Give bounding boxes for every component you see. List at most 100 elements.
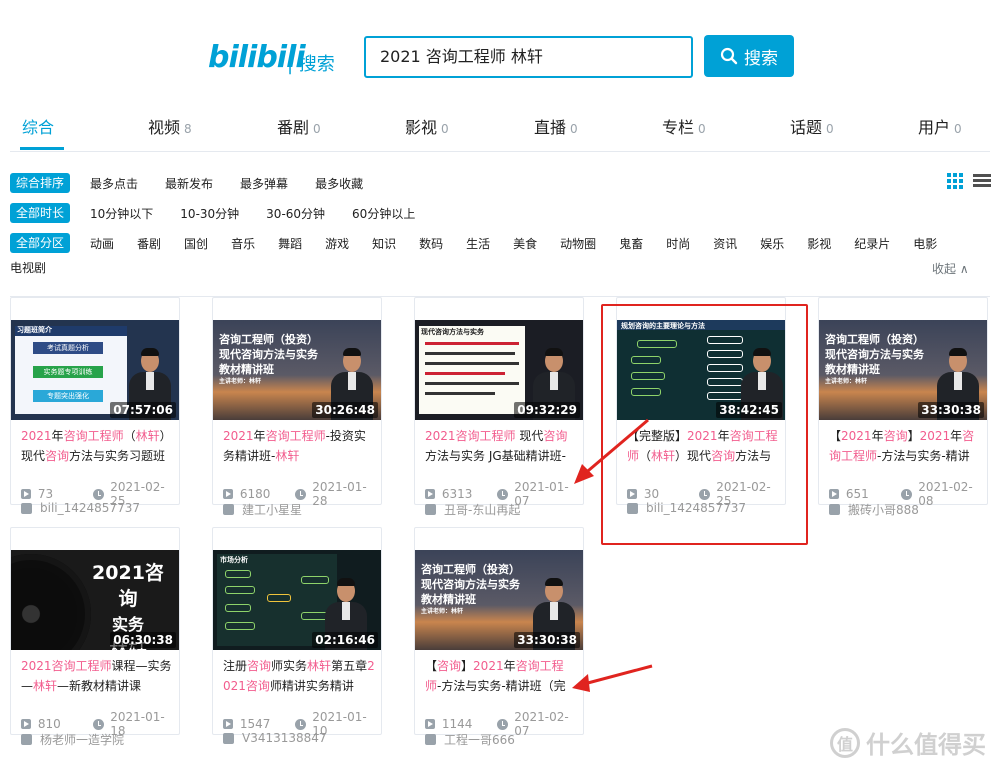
watermark: 值 什么值得买 [830, 725, 986, 760]
zone-option[interactable]: 娱乐 [760, 235, 784, 252]
tab-user[interactable]: 用户 0 [918, 114, 962, 138]
video-thumbnail[interactable]: 咨询工程师（投资） 现代咨询方法与实务 教材精讲班 主讲老师：林轩 33:30:38 [415, 550, 583, 650]
duration-option[interactable]: 10-30分钟 [180, 205, 239, 222]
video-title[interactable]: 2021年咨询工程师-投资实务精讲班-林轩 [223, 426, 375, 468]
tab-live[interactable]: 直播 0 [534, 114, 578, 138]
duration-filter-row: 全部时长 10分钟以下 10-30分钟 30-60分钟 60分钟以上 [10, 202, 442, 224]
zone-option[interactable]: 动画 [90, 235, 114, 252]
uploader[interactable]: bili_1424857737 [21, 501, 140, 515]
zone-chip[interactable]: 全部分区 [10, 233, 71, 253]
video-card[interactable]: 2021咨询 实务 林轩 06:30:38 2021咨询工程师课程—实务—林轩—… [10, 527, 180, 747]
sort-option[interactable]: 最多点击 [90, 175, 138, 192]
video-thumbnail[interactable]: 咨询工程师（投资） 现代咨询方法与实务 教材精讲班 主讲老师：林轩 33:30:38 [819, 320, 987, 420]
collapse-filters-button[interactable]: 收起 ∧ [932, 260, 969, 277]
zone-option[interactable]: 电影 [913, 235, 937, 252]
zone-option[interactable]: 鬼畜 [619, 235, 643, 252]
video-thumbnail[interactable]: 规划咨询的主要理论与方法 38:42:45 [617, 320, 785, 420]
zone-option[interactable]: 游戏 [325, 235, 349, 252]
video-card[interactable]: 咨询工程师（投资） 现代咨询方法与实务 教材精讲班 主讲老师：林轩 30:26:48 … [212, 297, 382, 517]
play-count: 810 [37, 717, 61, 731]
play-count: 30 [643, 487, 660, 501]
zone-option[interactable]: 动物圈 [560, 235, 596, 252]
zone-option[interactable]: 国创 [184, 235, 208, 252]
video-thumbnail[interactable]: 2021咨询 实务 林轩 06:30:38 [11, 550, 179, 650]
uploader[interactable]: bili_1424857737 [627, 501, 746, 515]
video-thumbnail[interactable]: 现代咨询方法与实务 09:32:29 [415, 320, 583, 420]
video-title[interactable]: 【2021年咨询】2021年咨询工程师-方法与实务-精讲 [829, 426, 981, 468]
tab-label: 话题 [790, 118, 823, 137]
video-thumbnail[interactable]: 市场分析 02:16:46 [213, 550, 381, 650]
upload-date: 2021-02-08 [918, 480, 973, 508]
video-card[interactable]: 咨询工程师（投资） 现代咨询方法与实务 教材精讲班 主讲老师：林轩 33:30:38 … [818, 297, 988, 517]
video-card[interactable]: 咨询工程师（投资） 现代咨询方法与实务 教材精讲班 主讲老师：林轩 33:30:38 … [414, 527, 584, 747]
sort-option[interactable]: 最多弹幕 [240, 175, 288, 192]
thumbnail-text: 咨询工程师（投资） 现代咨询方法与实务 教材精讲班 主讲老师：林轩 [219, 333, 318, 385]
duration-option[interactable]: 60分钟以上 [352, 205, 415, 222]
video-title[interactable]: 【完整版】2021年咨询工程师（林轩）现代咨询方法与 [627, 426, 779, 468]
tab-label: 番剧 [277, 118, 310, 137]
uploader[interactable]: 杨老师一造学院 [21, 731, 124, 748]
video-title[interactable]: 注册咨询师实务林轩第五章2021咨询师精讲实务精讲 [223, 656, 375, 698]
zone-option[interactable]: 时尚 [666, 235, 690, 252]
sort-option[interactable]: 最新发布 [165, 175, 213, 192]
uploader[interactable]: 建工小星星 [223, 501, 302, 518]
grid-view-icon[interactable] [946, 172, 964, 190]
tab-all[interactable]: 综合 [22, 114, 54, 138]
zone-option[interactable]: 数码 [419, 235, 443, 252]
video-title[interactable]: 2021年咨询工程师（林轩）现代咨询方法与实务习题班 [21, 426, 173, 468]
video-title[interactable]: 2021咨询工程师 现代咨询方法与实务 JG基础精讲班- [425, 426, 577, 468]
uploader[interactable]: 搬砖小哥888 [829, 501, 919, 518]
uploader-icon [425, 734, 436, 745]
tab-topic[interactable]: 话题 0 [790, 114, 834, 138]
upload-date: 2021-01-28 [312, 480, 367, 508]
tab-count: 0 [698, 122, 706, 136]
uploader-icon [21, 734, 32, 745]
video-thumbnail[interactable]: 咨询工程师（投资） 现代咨询方法与实务 教材精讲班 主讲老师：林轩 30:26:48 [213, 320, 381, 420]
tab-film[interactable]: 影视 0 [405, 114, 449, 138]
play-count: 6313 [441, 487, 473, 501]
video-card[interactable]: 市场分析 02:16:46 注册咨询师实务林轩第五章2021咨询师精讲实务精讲 … [212, 527, 382, 745]
zone-option[interactable]: 知识 [372, 235, 396, 252]
tab-article[interactable]: 专栏 0 [662, 114, 706, 138]
search-button-label: 搜索 [744, 48, 778, 69]
video-card[interactable]: 规划咨询的主要理论与方法 38:42:45 【完整版】2021年咨询工程师（林轩… [616, 297, 786, 515]
zone-option[interactable]: 生活 [466, 235, 490, 252]
zone-option[interactable]: 舞蹈 [278, 235, 302, 252]
sort-option[interactable]: 最多收藏 [315, 175, 363, 192]
thumbnail-text: 咨询工程师（投资） 现代咨询方法与实务 教材精讲班 主讲老师：林轩 [421, 563, 520, 615]
video-thumbnail[interactable]: 习题班简介 考试真题分析 实务题专项训练 专题突出强化 07:57:06 [11, 320, 179, 420]
sort-chip[interactable]: 综合排序 [10, 173, 71, 193]
uploader[interactable]: 丑哥-东山再起 [425, 501, 520, 518]
tab-video[interactable]: 视频 8 [148, 114, 192, 138]
play-count-icon [21, 719, 31, 729]
thumbnail-slide: 习题班简介 考试真题分析 实务题专项训练 专题突出强化 [15, 326, 127, 414]
video-card[interactable]: 习题班简介 考试真题分析 实务题专项训练 专题突出强化 07:57:06 202… [10, 297, 180, 515]
upload-date: 2021-01-07 [514, 480, 569, 508]
video-title[interactable]: 2021咨询工程师课程—实务—林轩—新教材精讲课 [21, 656, 173, 698]
search-input[interactable]: 2021 咨询工程师 林轩 [364, 36, 693, 78]
uploader-icon [223, 504, 234, 515]
zone-option[interactable]: 纪录片 [854, 235, 890, 252]
search-icon [720, 47, 738, 65]
search-button[interactable]: 搜索 [704, 35, 794, 77]
uploader[interactable]: 工程一哥666 [425, 731, 515, 748]
uploader-name: 杨老师一造学院 [40, 733, 125, 747]
play-count: 1547 [239, 717, 271, 731]
zone-option[interactable]: 资讯 [713, 235, 737, 252]
tab-bangumi[interactable]: 番剧 0 [277, 114, 321, 138]
zone-option[interactable]: 美食 [513, 235, 537, 252]
zone-option[interactable]: 音乐 [231, 235, 255, 252]
uploader[interactable]: V3413138847 [223, 731, 327, 745]
duration-chip[interactable]: 全部时长 [10, 203, 71, 223]
video-title[interactable]: 【咨询】2021年咨询工程师-方法与实务-精讲班（完 [425, 656, 577, 698]
zone-option[interactable]: 电视剧 [10, 259, 46, 276]
tab-count: 0 [826, 122, 834, 136]
clock-icon [497, 718, 509, 730]
list-view-icon[interactable] [973, 172, 991, 190]
video-card[interactable]: 现代咨询方法与实务 09:32:29 2021咨询工程师 现代咨询方法与实务 J… [414, 297, 584, 517]
zone-option[interactable]: 番剧 [137, 235, 161, 252]
duration-option[interactable]: 10分钟以下 [90, 205, 153, 222]
duration-option[interactable]: 30-60分钟 [266, 205, 325, 222]
clock-icon [295, 718, 307, 730]
zone-option[interactable]: 影视 [807, 235, 831, 252]
